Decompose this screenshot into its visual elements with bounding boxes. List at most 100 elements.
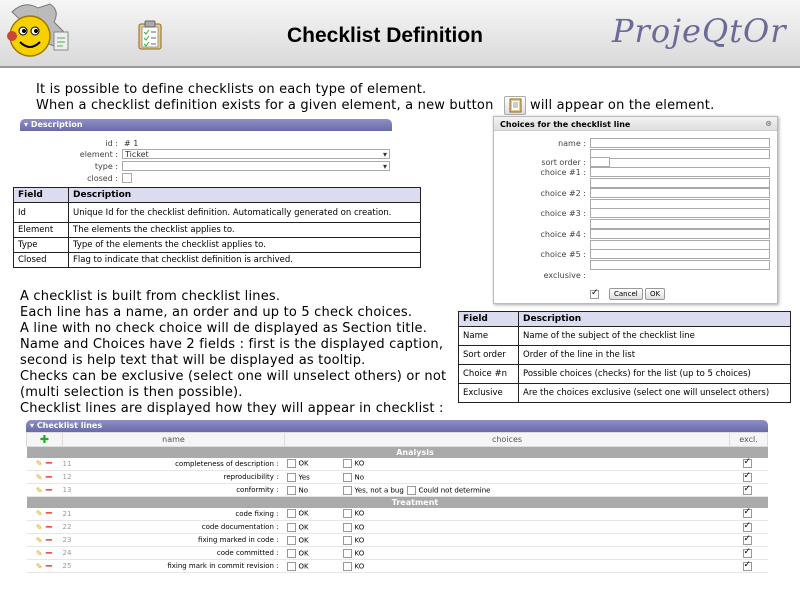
table-cell: Flag to indicate that checklist definiti…: [68, 252, 421, 268]
table-row: Closed Flag to indicate that checklist de…: [13, 252, 421, 268]
choice-checkbox[interactable]: [286, 561, 296, 571]
choice-checkbox[interactable]: [286, 509, 296, 519]
table-row: ✎ − 23 fixing marked in code : OK KO: [26, 533, 768, 547]
choice-checkbox[interactable]: [342, 522, 352, 532]
choice-3-label: choice #3 :: [540, 209, 586, 218]
dialog-title: Choices for the checklist line: [500, 120, 631, 129]
choice-checkbox[interactable]: [342, 472, 352, 482]
ok-button[interactable]: OK: [645, 288, 666, 300]
remove-line-icon[interactable]: −: [45, 535, 53, 546]
edit-pencil-icon[interactable]: ✎: [36, 562, 43, 571]
choice-3-help-input[interactable]: [590, 219, 770, 229]
name-input[interactable]: [590, 138, 770, 148]
remove-line-icon[interactable]: −: [45, 508, 53, 519]
line-name: code documentation :: [201, 523, 279, 531]
choice-3-input[interactable]: [590, 208, 770, 218]
body-line-2: Each line has a name, an order and up to…: [20, 305, 413, 320]
cancel-button[interactable]: Cancel: [609, 288, 643, 300]
add-line-icon[interactable]: ✚: [26, 432, 63, 447]
choice-checkbox[interactable]: [342, 548, 352, 558]
remove-line-icon[interactable]: −: [45, 561, 53, 572]
group-title: Analysis: [62, 446, 768, 458]
exclusive-checkbox[interactable]: [742, 560, 752, 571]
table-row: Name Name of the subject of the checklist…: [458, 326, 791, 346]
line-order: 25: [62, 562, 72, 570]
edit-pencil-icon[interactable]: ✎: [36, 486, 43, 495]
table-cell: Closed: [13, 252, 69, 268]
choice-checkbox[interactable]: [286, 535, 296, 545]
remove-line-icon[interactable]: −: [45, 485, 53, 496]
choice-4-label: choice #4 :: [540, 230, 586, 239]
choice-1-label: choice #1 :: [540, 168, 586, 177]
choice-1-input[interactable]: [590, 167, 770, 177]
exclusive-checkbox[interactable]: [590, 288, 599, 299]
edit-pencil-icon[interactable]: ✎: [36, 549, 43, 558]
choice-2-input[interactable]: [590, 188, 770, 198]
edit-pencil-icon[interactable]: ✎: [36, 523, 43, 532]
description-section-header[interactable]: ▾ Description: [20, 119, 392, 131]
brand-logo-text: ProjeQtOr: [612, 12, 787, 50]
close-icon[interactable]: ⊗: [765, 119, 772, 128]
table-cell: Element: [13, 222, 69, 238]
element-select[interactable]: Ticket ▾: [122, 149, 390, 159]
remove-line-icon[interactable]: −: [45, 458, 53, 469]
choice-label: OK: [298, 523, 309, 531]
clipboard-icon: [138, 20, 162, 50]
choices-column-header: choices: [284, 432, 730, 447]
id-value: # 1: [124, 139, 139, 148]
exclusive-checkbox[interactable]: [742, 484, 752, 495]
table-cell: Name of the subject of the checklist lin…: [518, 326, 791, 346]
exclusive-checkbox[interactable]: [742, 507, 752, 519]
table-row: ✎ − 22 code documentation : OK KO: [26, 520, 768, 534]
choice-checkbox[interactable]: [342, 485, 352, 495]
choice-5-input[interactable]: [590, 249, 770, 259]
choice-1-help-input[interactable]: [590, 178, 770, 188]
remove-line-icon[interactable]: −: [45, 522, 53, 533]
exclusive-checkbox[interactable]: [742, 547, 752, 558]
choice-checkbox[interactable]: [342, 459, 352, 469]
checklist-button-icon[interactable]: [504, 96, 526, 115]
choice-checkbox[interactable]: [286, 485, 296, 495]
type-select[interactable]: ▾: [122, 161, 390, 171]
exclusive-checkbox[interactable]: [742, 521, 752, 532]
closed-checkbox[interactable]: [122, 173, 132, 183]
table-header: Field: [458, 311, 519, 327]
name-help-input[interactable]: [590, 149, 770, 159]
edit-pencil-icon[interactable]: ✎: [36, 459, 43, 468]
choice-label: OK: [298, 459, 309, 468]
choice-checkbox[interactable]: [342, 535, 352, 545]
choice-checkbox[interactable]: [286, 472, 296, 482]
exclusive-checkbox[interactable]: [742, 534, 752, 545]
body-line-6: Checks can be exclusive (select one will…: [20, 369, 447, 384]
exclusive-checkbox[interactable]: [742, 471, 752, 482]
table-cell: Id: [13, 202, 69, 223]
choice-checkbox[interactable]: [286, 522, 296, 532]
edit-pencil-icon[interactable]: ✎: [36, 473, 43, 482]
remove-line-icon[interactable]: −: [45, 548, 53, 559]
table-row: ✎ − 24 code committed : OK KO: [26, 546, 768, 560]
checklist-section-header[interactable]: ▾ Checklist lines: [26, 420, 768, 432]
choice-checkbox[interactable]: [286, 459, 296, 469]
table-cell: Unique Id for the checklist definition. …: [68, 202, 421, 223]
line-name: conformity :: [236, 486, 279, 494]
table-row: ✎ − 13 conformity : No Yes, not a bug Could n…: [26, 483, 768, 497]
choice-checkbox[interactable]: [342, 561, 352, 571]
choice-5-help-input[interactable]: [590, 260, 770, 270]
choice-checkbox[interactable]: [342, 509, 352, 519]
exclusive-checkbox[interactable]: [742, 457, 752, 469]
line-order: 24: [62, 549, 72, 557]
checklist-lines-panel: ▾ Checklist lines ✚ name choices excl. A…: [26, 420, 768, 573]
remove-line-icon[interactable]: −: [45, 472, 53, 483]
edit-pencil-icon[interactable]: ✎: [36, 509, 43, 518]
table-row: ✎ − 25 fixing mark in commit revision : OK K…: [26, 559, 768, 573]
dropdown-arrow-icon: ▾: [382, 162, 387, 171]
sort-order-input[interactable]: [590, 157, 610, 167]
choice-label: Yes: [298, 473, 310, 481]
name-column-header: name: [62, 432, 285, 447]
body-line-8: Checklist lines are displayed how they w…: [20, 401, 444, 416]
choice-checkbox[interactable]: [286, 548, 296, 558]
edit-pencil-icon[interactable]: ✎: [36, 536, 43, 545]
choice-4-input[interactable]: [590, 229, 770, 239]
line-name: fixing mark in commit revision :: [167, 562, 279, 570]
choice-checkbox[interactable]: [406, 485, 416, 495]
